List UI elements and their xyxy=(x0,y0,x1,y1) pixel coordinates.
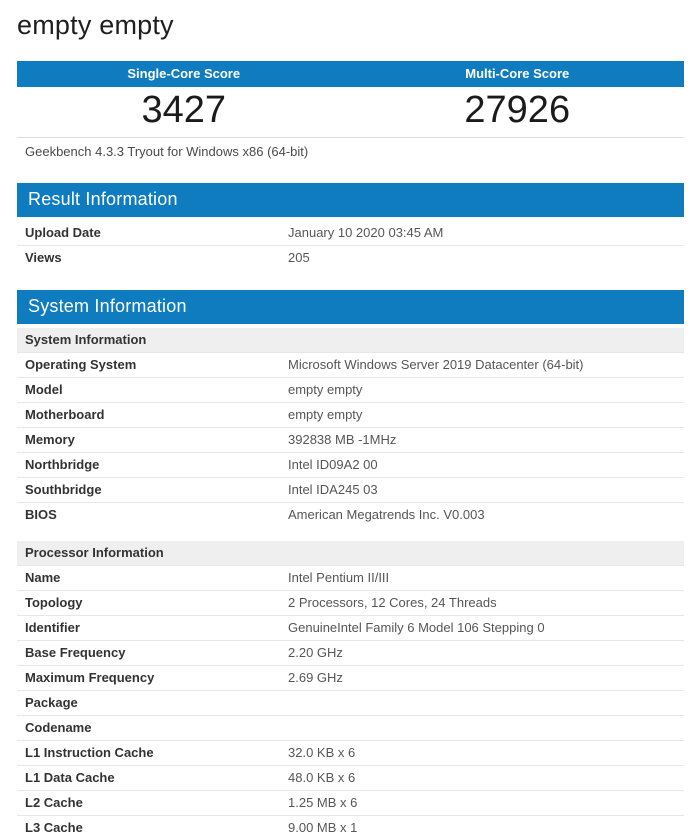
table-row: Package xyxy=(17,690,684,716)
row-label: Memory xyxy=(25,431,75,447)
row-value: 2.69 GHz xyxy=(288,669,343,685)
result-information-table: Upload Date January 10 2020 03:45 AM Views… xyxy=(17,221,684,270)
row-label: Southbridge xyxy=(25,481,102,497)
table-row: Maximum Frequency 2.69 GHz xyxy=(17,665,684,691)
table-row: L1 Data Cache 48.0 KB x 6 xyxy=(17,765,684,791)
table-row: L1 Instruction Cache 32.0 KB x 6 xyxy=(17,740,684,766)
table-row: Topology 2 Processors, 12 Cores, 24 Threa… xyxy=(17,590,684,616)
single-core-score-value: 3427 xyxy=(17,87,351,138)
table-row: Operating System Microsoft Windows Server… xyxy=(17,352,684,378)
result-page: empty empty Single-Core Score Multi-Core… xyxy=(17,0,684,840)
table-row: Name Intel Pentium II/III xyxy=(17,565,684,591)
row-value: GenuineIntel Family 6 Model 106 Stepping… xyxy=(288,619,545,635)
score-value-row: 3427 27926 xyxy=(17,87,684,138)
multi-core-score-value: 27926 xyxy=(350,87,684,138)
row-label: Maximum Frequency xyxy=(25,669,155,685)
row-label: Model xyxy=(25,381,63,397)
table-row: Views 205 xyxy=(17,245,684,270)
multi-core-score-header: Multi-Core Score xyxy=(350,61,684,87)
info-group-table: Processor Information Name Intel Pentium I… xyxy=(17,540,684,840)
result-information-title: Result Information xyxy=(17,182,684,217)
table-row: Identifier GenuineIntel Family 6 Model 10… xyxy=(17,615,684,641)
row-value xyxy=(280,715,684,740)
row-value xyxy=(280,690,684,715)
table-row: Model empty empty xyxy=(17,377,684,403)
row-value: 32.0 KB x 6 xyxy=(288,744,356,760)
row-value: Intel IDA245 03 xyxy=(288,481,378,497)
row-label: L3 Cache xyxy=(25,819,83,835)
score-banner: Single-Core Score Multi-Core Score 3427 … xyxy=(17,61,684,138)
info-group-table: System Information Operating System Micros… xyxy=(17,327,684,527)
row-label: Base Frequency xyxy=(25,644,126,660)
row-label: Topology xyxy=(25,594,83,610)
row-label: Codename xyxy=(25,719,92,735)
table-row: Base Frequency 2.20 GHz xyxy=(17,640,684,666)
row-label: Name xyxy=(25,569,61,585)
row-value: 392838 MB -1MHz xyxy=(288,431,397,447)
system-information-groups: System Information Operating System Micros… xyxy=(17,327,684,840)
row-value: Intel Pentium II/III xyxy=(288,569,390,585)
table-row: L2 Cache 1.25 MB x 6 xyxy=(17,790,684,816)
row-label: Views xyxy=(25,249,62,265)
table-row: Upload Date January 10 2020 03:45 AM xyxy=(17,221,684,246)
row-label: Upload Date xyxy=(25,224,101,240)
row-value: 9.00 MB x 1 xyxy=(288,819,358,835)
row-value: 2.20 GHz xyxy=(288,644,343,660)
info-group: Processor Information Name Intel Pentium I… xyxy=(17,540,684,840)
table-row: BIOS American Megatrends Inc. V0.003 xyxy=(17,502,684,527)
group-heading: Processor Information xyxy=(17,540,684,566)
row-value: American Megatrends Inc. V0.003 xyxy=(288,506,485,522)
row-value: 48.0 KB x 6 xyxy=(288,769,356,785)
benchmark-version-caption: Geekbench 4.3.3 Tryout for Windows x86 (… xyxy=(25,143,309,159)
group-heading: System Information xyxy=(17,327,684,353)
page-title: empty empty xyxy=(17,10,174,40)
table-row: Codename xyxy=(17,715,684,741)
info-group: System Information Operating System Micros… xyxy=(17,327,684,527)
group-heading-row: System Information xyxy=(17,327,684,353)
score-header-row: Single-Core Score Multi-Core Score xyxy=(17,61,684,87)
row-value: January 10 2020 03:45 AM xyxy=(288,224,444,240)
single-core-score-header: Single-Core Score xyxy=(17,61,351,87)
table-row: Memory 392838 MB -1MHz xyxy=(17,427,684,453)
row-label: Operating System xyxy=(25,356,137,372)
row-value: 1.25 MB x 6 xyxy=(288,794,358,810)
system-information-section: System Information System Information Ope… xyxy=(17,289,684,840)
row-value: empty empty xyxy=(288,381,363,397)
row-label: L2 Cache xyxy=(25,794,83,810)
table-row: Southbridge Intel IDA245 03 xyxy=(17,477,684,503)
row-label: Package xyxy=(25,694,78,710)
row-label: BIOS xyxy=(25,506,57,522)
row-label: Motherboard xyxy=(25,406,105,422)
table-row: Northbridge Intel ID09A2 00 xyxy=(17,452,684,478)
row-value: Intel ID09A2 00 xyxy=(288,456,378,472)
result-information-section: Result Information Upload Date January 10… xyxy=(17,182,684,270)
system-information-title: System Information xyxy=(17,289,684,324)
row-value: Microsoft Windows Server 2019 Datacenter… xyxy=(288,356,584,372)
row-label: Northbridge xyxy=(25,456,100,472)
row-label: Identifier xyxy=(25,619,80,635)
group-heading-row: Processor Information xyxy=(17,540,684,566)
row-value: 2 Processors, 12 Cores, 24 Threads xyxy=(288,594,497,610)
row-label: L1 Data Cache xyxy=(25,769,115,785)
row-value: empty empty xyxy=(288,406,363,422)
table-row: L3 Cache 9.00 MB x 1 xyxy=(17,815,684,840)
row-value: 205 xyxy=(288,249,310,265)
row-label: L1 Instruction Cache xyxy=(25,744,154,760)
table-row: Motherboard empty empty xyxy=(17,402,684,428)
